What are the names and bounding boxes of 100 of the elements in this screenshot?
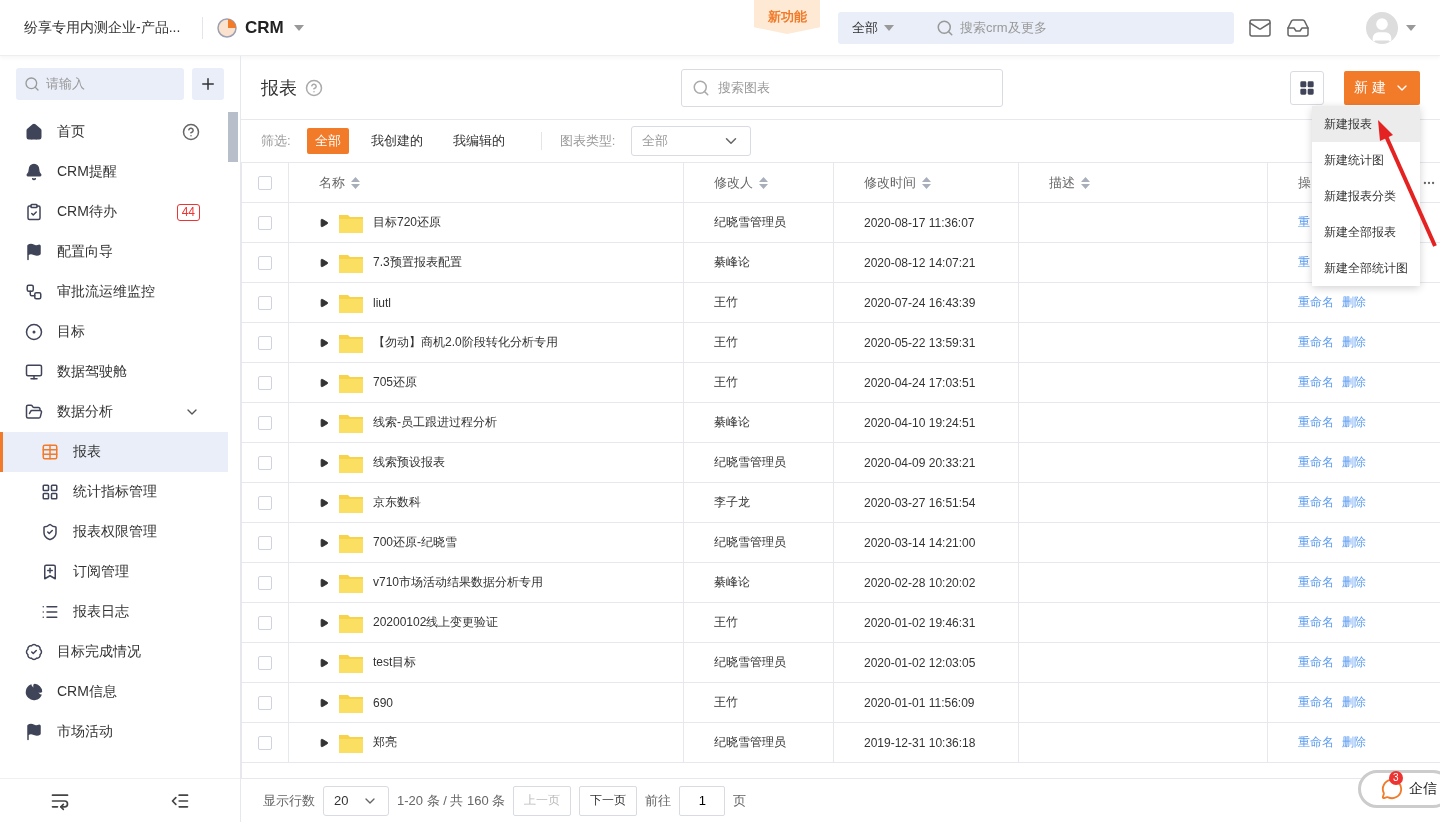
scrollbar[interactable]: [228, 112, 238, 162]
sort-icon[interactable]: [759, 176, 768, 189]
menu-item[interactable]: 新建报表: [1312, 106, 1420, 142]
sidebar-item[interactable]: 统计指标管理: [0, 472, 228, 512]
sidebar-item[interactable]: 报表权限管理: [0, 512, 228, 552]
grid-icon: [1299, 79, 1315, 96]
page-unit: 页: [733, 791, 747, 810]
page-input[interactable]: 1: [679, 785, 726, 816]
sidebar-item[interactable]: 首页: [0, 112, 228, 152]
sidebar-item[interactable]: 市场活动: [0, 712, 228, 752]
grid-settings-button[interactable]: [1290, 70, 1324, 105]
sidebar-item[interactable]: CRM提醒: [0, 152, 228, 192]
expand-icon[interactable]: [319, 657, 329, 668]
checkbox[interactable]: [258, 655, 272, 670]
folder-name[interactable]: v710市场活动结果数据分析专用: [373, 574, 544, 591]
filter-chip[interactable]: 我创建的: [362, 128, 431, 154]
next-button[interactable]: 下一页: [579, 785, 638, 816]
folder-icon: [339, 372, 363, 393]
menu-item[interactable]: 新建全部统计图: [1312, 250, 1420, 286]
sidebar-item[interactable]: CRM信息: [0, 672, 228, 712]
company-name[interactable]: 纷享专用内测企业-产品...: [24, 18, 188, 37]
expand-icon[interactable]: [319, 297, 329, 308]
unread-badge: 3: [1389, 771, 1403, 785]
checkbox[interactable]: [258, 535, 272, 550]
count-badge: 44: [176, 203, 200, 221]
search-icon: [936, 18, 954, 37]
checkbox[interactable]: [258, 615, 272, 630]
sort-icon[interactable]: [922, 176, 931, 189]
expand-icon[interactable]: [319, 377, 329, 388]
folder-name[interactable]: 690: [373, 695, 394, 710]
bookmark-icon: [41, 563, 59, 581]
folder-name[interactable]: 7.3预置报表配置: [373, 254, 462, 271]
checkbox[interactable]: [258, 215, 272, 230]
modifier-name: 纪晓雪管理员: [714, 214, 786, 231]
folder-name[interactable]: 700还原-纪晓雪: [373, 534, 458, 551]
flag-icon: [25, 243, 43, 261]
checkbox[interactable]: [258, 575, 272, 590]
sidebar-item[interactable]: CRM待办 44: [0, 192, 228, 232]
expand-icon[interactable]: [319, 497, 329, 508]
expand-icon[interactable]: [319, 697, 329, 708]
caret-icon[interactable]: [1406, 24, 1416, 31]
folder-name[interactable]: test目标: [373, 654, 417, 671]
caret-icon[interactable]: [293, 24, 304, 31]
checkbox[interactable]: [258, 175, 272, 190]
sidebar-item[interactable]: 目标: [0, 312, 228, 352]
global-search-field[interactable]: 全部 搜索crm及更多: [838, 11, 1234, 44]
app-name[interactable]: CRM: [245, 17, 284, 38]
sidebar-item[interactable]: 配置向导: [0, 232, 228, 272]
sidebar-item[interactable]: 报表: [0, 432, 228, 472]
sidebar-item[interactable]: 报表日志: [0, 592, 228, 632]
folder-name[interactable]: 郑亮: [373, 734, 397, 751]
expand-icon[interactable]: [319, 577, 329, 588]
modified-time: 2020-03-27 16:51:54: [864, 495, 976, 510]
sort-icon[interactable]: [1081, 176, 1090, 189]
checkbox[interactable]: [258, 255, 272, 270]
expand-icon[interactable]: [319, 257, 329, 268]
sidebar-item[interactable]: 目标完成情况: [0, 632, 228, 672]
expand-icon[interactable]: [319, 537, 329, 548]
folder-icon: [339, 612, 363, 633]
expand-icon[interactable]: [319, 337, 329, 348]
folder-name[interactable]: 目标720还原: [373, 214, 442, 231]
expand-icon[interactable]: [319, 737, 329, 748]
add-button[interactable]: [192, 68, 224, 100]
folder-name[interactable]: 线索预设报表: [373, 454, 445, 471]
expand-icon[interactable]: [319, 417, 329, 428]
checkbox[interactable]: [258, 375, 272, 390]
filter-chip[interactable]: 我编辑的: [444, 128, 513, 154]
help-icon[interactable]: [182, 123, 200, 141]
folder-name[interactable]: 【勿动】商机2.0阶段转化分析专用: [373, 334, 558, 351]
modified-time: 2020-07-24 16:43:39: [864, 295, 976, 310]
modifier-name: 纪晓雪管理员: [714, 454, 786, 471]
folder-name[interactable]: 705还原: [373, 374, 418, 391]
checkbox[interactable]: [258, 735, 272, 750]
checkbox[interactable]: [258, 295, 272, 310]
page-size-select[interactable]: 20: [323, 785, 389, 816]
sidebar-item[interactable]: 数据驾驶舱: [0, 352, 228, 392]
sidebar-item[interactable]: 审批流运维监控: [0, 272, 228, 312]
checkbox[interactable]: [258, 455, 272, 470]
folder-name[interactable]: 线索-员工跟进过程分析: [373, 414, 497, 431]
folder-name[interactable]: liutl: [373, 295, 391, 310]
expand-icon[interactable]: [319, 457, 329, 468]
modifier-name: 王竹: [714, 334, 738, 351]
modified-time: 2020-04-10 19:24:51: [864, 415, 976, 430]
menu-item[interactable]: 新建报表分类: [1312, 178, 1420, 214]
checkbox[interactable]: [258, 695, 272, 710]
checkbox[interactable]: [258, 415, 272, 430]
sidebar-item[interactable]: 订阅管理: [0, 552, 228, 592]
modified-time: 2020-08-12 14:07:21: [864, 255, 976, 270]
expand-icon[interactable]: [319, 217, 329, 228]
caret-icon[interactable]: [884, 24, 894, 31]
sidebar-item[interactable]: 数据分析: [0, 392, 228, 432]
chat-button[interactable]: 3 企信: [1358, 770, 1440, 808]
checkbox[interactable]: [258, 495, 272, 510]
sort-icon[interactable]: [351, 176, 360, 189]
folder-name[interactable]: 京东数科: [373, 494, 421, 511]
menu-item[interactable]: 新建全部报表: [1312, 214, 1420, 250]
expand-icon[interactable]: [319, 617, 329, 628]
folder-name[interactable]: 20200102线上变更验证: [373, 614, 499, 631]
checkbox[interactable]: [258, 335, 272, 350]
menu-item[interactable]: 新建统计图: [1312, 142, 1420, 178]
